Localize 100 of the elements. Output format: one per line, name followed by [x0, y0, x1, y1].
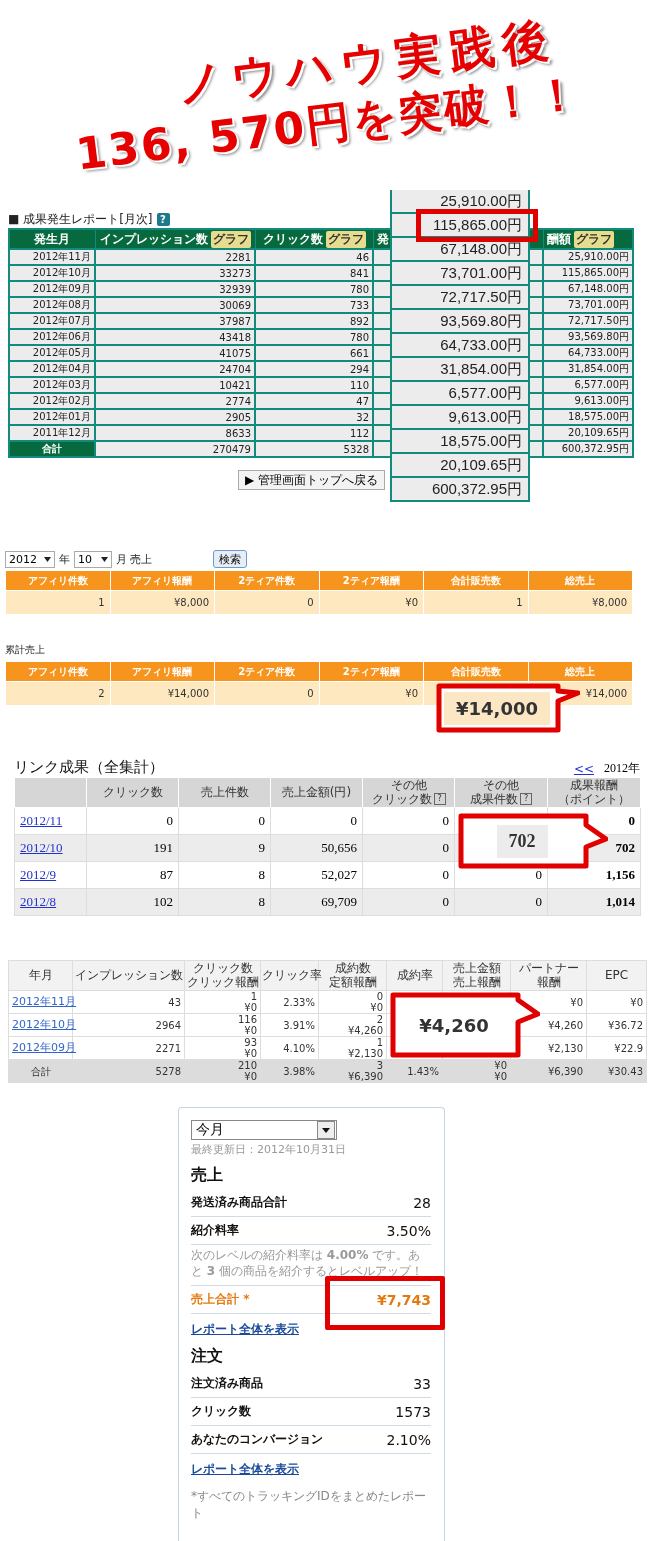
column-header: インプレッション数 グラフ	[95, 229, 255, 249]
stat-value: 2.10%	[386, 1431, 431, 1448]
zoomed-amount: 25,910.00円	[392, 190, 528, 214]
stat-label: 紹介料率	[191, 1222, 239, 1239]
table-cell: 1	[5, 590, 110, 615]
section-title: リンク成果（全集計）	[14, 758, 164, 777]
stat-label: 注文済み商品	[191, 1375, 263, 1393]
zoomed-amount: 9,613.00円	[392, 406, 528, 430]
column-header: その他 成果件数 ?	[454, 777, 548, 808]
month-label: 月 売上	[116, 551, 153, 567]
total-value: ¥7,743	[376, 1291, 431, 1308]
year-select[interactable]: 2012	[5, 550, 55, 568]
column-header: 総売上	[528, 661, 633, 682]
stat-label: あなたのコンバージョン	[191, 1431, 323, 1449]
table-cell: 0	[362, 807, 455, 835]
zoomed-amount: 64,733.00円	[392, 334, 528, 358]
help-icon[interactable]: ?	[433, 793, 446, 805]
table-cell: 46	[255, 249, 373, 265]
table-cell: 2281	[95, 249, 255, 265]
column-header: 2ティア報酬	[319, 661, 424, 682]
callout-value: ¥14,000	[444, 691, 550, 725]
table-cell: 1,014	[547, 888, 641, 916]
column-header: 発生月	[9, 229, 95, 249]
total-label: 売上合計 *	[191, 1291, 250, 1309]
table-cell: 1	[423, 590, 528, 615]
table-cell: 52,027	[270, 861, 363, 889]
total-label: 合計	[8, 1059, 73, 1083]
table-cell: 191	[86, 834, 179, 862]
column-header: EPC	[586, 960, 647, 991]
column-header: 総売上	[528, 570, 633, 591]
stat-label: 発送済み商品合計	[191, 1194, 287, 1211]
zoomed-amount: 115,865.00円	[392, 214, 528, 238]
report-link[interactable]: レポート全体を表示	[191, 1321, 299, 1339]
zoomed-amount: 72,717.50円	[392, 286, 528, 310]
search-button[interactable]: 検索	[212, 550, 247, 568]
zoomed-amount: 18,575.00円	[392, 430, 528, 454]
stat-value: 28	[413, 1194, 431, 1211]
table-cell: 2012年11月	[9, 249, 95, 265]
section-heading: 注文	[191, 1346, 224, 1368]
table-cell: 25,910.00円	[543, 249, 633, 265]
stat-value: 33	[413, 1375, 431, 1392]
graph-button[interactable]: グラフ	[210, 230, 251, 248]
table-cell: 0	[86, 807, 179, 835]
graph-button[interactable]: グラフ	[573, 230, 614, 248]
table-cell: 87	[86, 861, 179, 889]
column-header: 2ティア件数	[214, 661, 319, 682]
previous-link[interactable]: <<	[573, 761, 594, 776]
callout-value: 702	[496, 824, 548, 858]
zoomed-amount: 93,569.80円	[392, 310, 528, 334]
year-label: 年	[59, 551, 70, 567]
month-select[interactable]: 10	[74, 550, 112, 568]
column-header: 売上金額(円)	[270, 777, 363, 808]
column-header: 2ティア件数	[214, 570, 319, 591]
table-cell: ¥14,000	[110, 681, 215, 706]
column-header: 年月	[8, 960, 73, 991]
table-cell: 0	[214, 681, 319, 706]
footnote: *すべてのトラッキングIDをまとめたレポート	[191, 1488, 427, 1523]
column-header: 2ティア報酬	[319, 570, 424, 591]
level-note: 次のレベルの紹介料率は 4.00% です。あと 3 個の商品を紹介するとレベルアップ！	[191, 1245, 431, 1287]
graph-button[interactable]: グラフ	[325, 230, 366, 248]
help-icon[interactable]: ?	[520, 793, 532, 805]
report-link[interactable]: レポート全体を表示	[191, 1461, 299, 1479]
back-button[interactable]: ▶ 管理画面トップへ戻る	[238, 470, 386, 490]
column-header: 成果報酬 （ポイント）	[547, 777, 641, 808]
column-header: アフィリ件数	[5, 661, 110, 682]
table-cell: ¥8,000	[528, 590, 633, 615]
zoomed-amount: 6,577.00円	[392, 382, 528, 406]
stat-label: クリック数	[191, 1403, 251, 1421]
column-header: 酬額 グラフ	[543, 229, 633, 249]
help-icon[interactable]: ?	[156, 212, 170, 226]
table-cell: ¥0	[319, 681, 424, 706]
column-header: アフィリ件数	[5, 570, 110, 591]
table-cell: 0	[362, 861, 455, 889]
callout-value: ¥4,260	[418, 1013, 490, 1038]
zoomed-amount: 600,372.95円	[392, 478, 528, 502]
zoomed-amount: 20,109.65円	[392, 454, 528, 478]
table-cell: 0	[214, 590, 319, 615]
column-header: 合計販売数	[423, 661, 528, 682]
total-cell: 5278	[72, 1059, 185, 1083]
section-heading: 売上	[191, 1165, 224, 1186]
stat-value: 3.50%	[386, 1222, 431, 1239]
caret-icon	[317, 1121, 335, 1139]
table-cell: 0	[362, 888, 455, 916]
column-header: クリック数	[86, 777, 179, 808]
column-header: 合計販売数	[423, 570, 528, 591]
table-cell: 0	[362, 834, 455, 862]
table-cell: 0	[454, 888, 548, 916]
column-header: 売上件数	[178, 777, 271, 808]
updated-date: 最終更新日：2012年10月31日	[191, 1142, 347, 1157]
column-header: 成約率	[386, 960, 443, 991]
table-cell: 2	[5, 681, 110, 706]
table-cell: 0	[178, 807, 271, 835]
column-header: クリック数 クリック報酬	[184, 960, 261, 991]
column-header: インプレッション数	[72, 960, 185, 991]
column-header: アフィリ報酬	[110, 570, 215, 591]
table-cell: 102	[86, 888, 179, 916]
column-header: パートナー 報酬	[510, 960, 587, 991]
year-label: 2012年	[604, 760, 640, 777]
period-select[interactable]: 今月	[191, 1120, 337, 1140]
column-header: 売上金額 売上報酬	[442, 960, 511, 991]
